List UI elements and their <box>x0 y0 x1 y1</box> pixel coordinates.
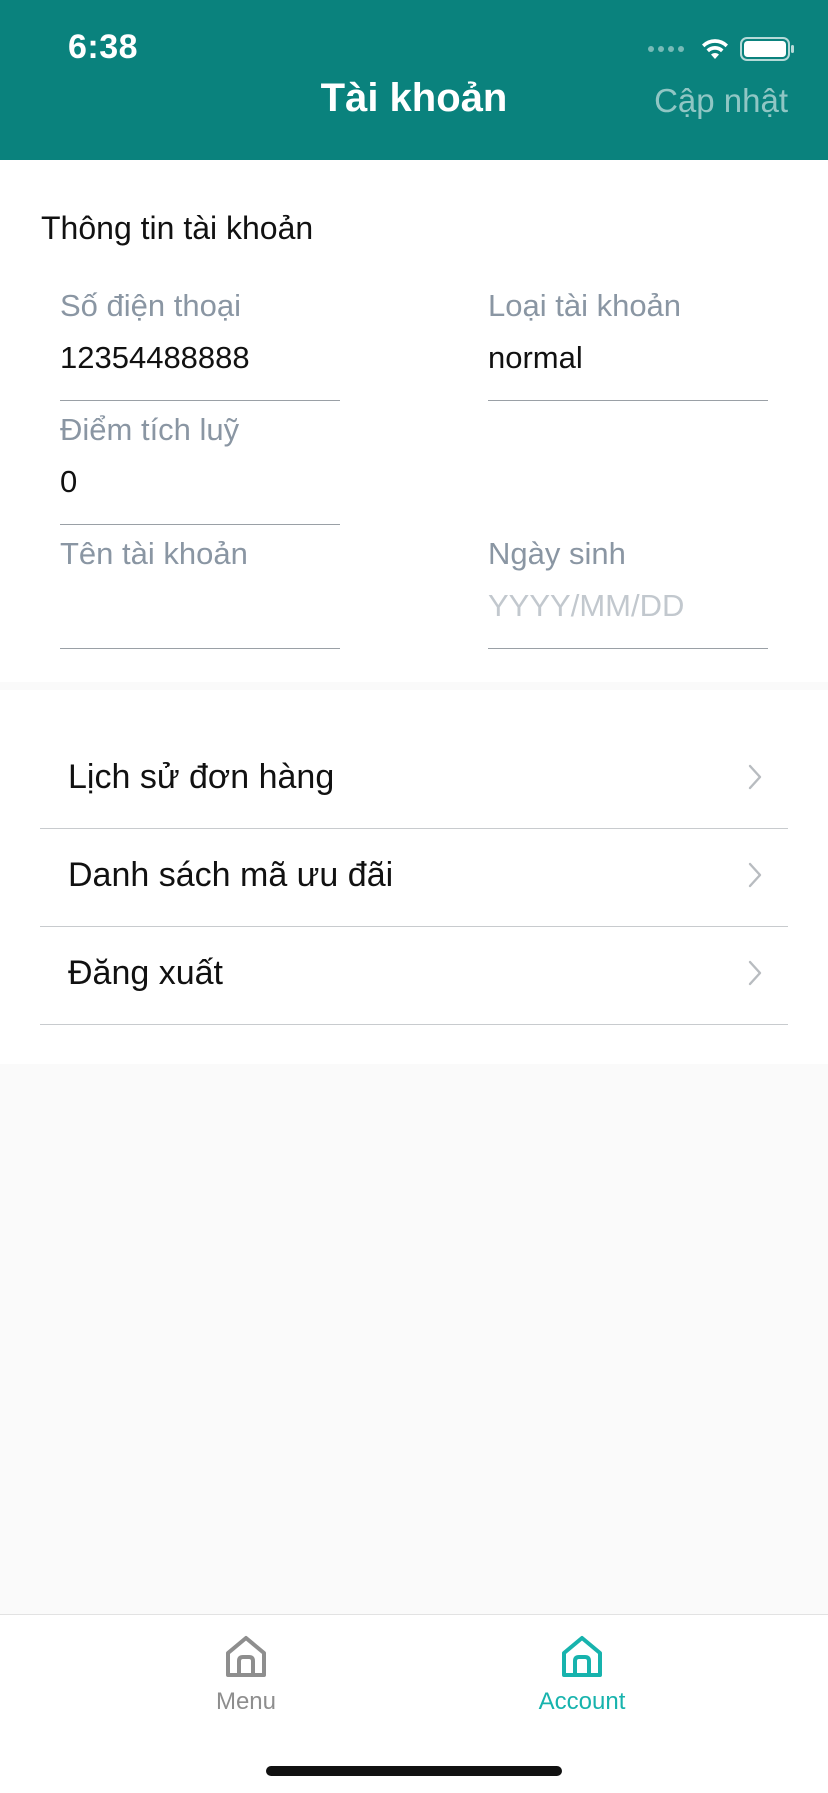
phone-label: Số điện thoại <box>60 288 241 323</box>
navigation-header: 6:38 Tài khoản Cập nhật <box>0 0 828 160</box>
account-type-label: Loại tài khoản <box>488 288 682 323</box>
points-field[interactable]: Điểm tích luỹ 0 <box>60 412 340 525</box>
tab-menu[interactable]: Menu <box>166 1633 326 1716</box>
cellular-signal-icon <box>648 46 684 52</box>
wifi-icon <box>702 39 728 59</box>
status-time: 6:38 <box>68 28 139 66</box>
home-icon <box>562 1636 602 1677</box>
menu-item-logout[interactable]: Đăng xuất <box>40 926 788 1025</box>
birthday-field[interactable]: Ngày sinh YYYY/MM/DD <box>488 536 768 649</box>
birthday-label: Ngày sinh <box>488 536 626 571</box>
section-title: Thông tin tài khoản <box>41 210 314 246</box>
phone-field[interactable]: Số điện thoại 12354488888 <box>60 288 340 401</box>
account-menu-list: Lịch sử đơn hàng Danh sách mã ưu đãi Đăn… <box>0 690 828 1064</box>
tab-label: Menu <box>215 1688 277 1715</box>
home-icon <box>226 1636 266 1677</box>
field-underline <box>60 648 340 649</box>
field-underline <box>488 648 768 649</box>
account-name-input[interactable] <box>60 588 340 624</box>
chevron-right-icon <box>748 862 762 888</box>
update-button[interactable]: Cập nhật <box>654 82 788 120</box>
status-icons <box>648 34 796 64</box>
field-underline <box>60 400 340 401</box>
birthday-input[interactable]: YYYY/MM/DD <box>488 588 768 624</box>
chevron-right-icon <box>748 960 762 986</box>
account-info-section: Thông tin tài khoản Số điện thoại 123544… <box>0 160 828 682</box>
account-type-field[interactable]: Loại tài khoản normal <box>488 288 768 401</box>
points-value[interactable]: 0 <box>60 464 340 500</box>
menu-item-label: Danh sách mã ưu đãi <box>68 856 394 894</box>
menu-item-label: Lịch sử đơn hàng <box>68 758 335 796</box>
phone-value[interactable]: 12354488888 <box>60 340 340 376</box>
account-name-field[interactable]: Tên tài khoản <box>60 536 340 649</box>
battery-icon <box>740 37 794 61</box>
field-underline <box>60 524 340 525</box>
account-name-label: Tên tài khoản <box>60 536 248 571</box>
tab-account[interactable]: Account <box>502 1633 662 1716</box>
home-indicator[interactable] <box>266 1766 562 1776</box>
menu-item-order-history[interactable]: Lịch sử đơn hàng <box>40 730 788 829</box>
menu-item-label: Đăng xuất <box>68 954 223 992</box>
tab-label: Account <box>538 1688 626 1715</box>
account-type-value[interactable]: normal <box>488 340 768 376</box>
menu-item-promo-codes[interactable]: Danh sách mã ưu đãi <box>40 828 788 927</box>
chevron-right-icon <box>748 764 762 790</box>
field-underline <box>488 400 768 401</box>
points-label: Điểm tích luỹ <box>60 412 240 447</box>
